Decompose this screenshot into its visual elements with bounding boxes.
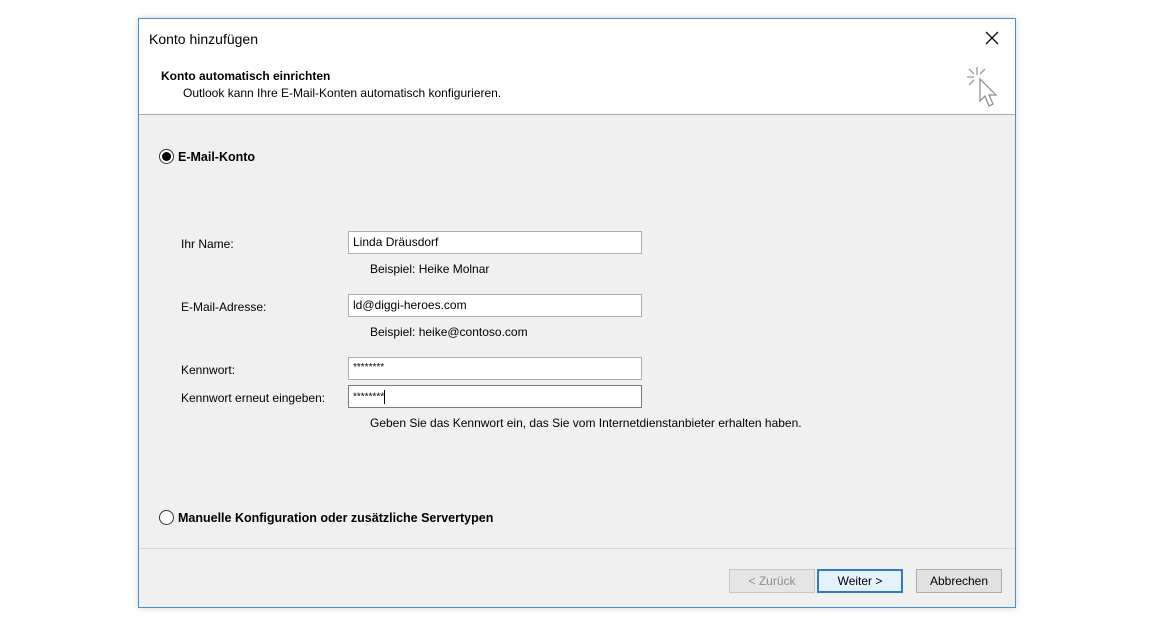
- radio-email-account[interactable]: E-Mail-Konto: [159, 149, 255, 164]
- dialog-header: Konto automatisch einrichten Outlook kan…: [139, 59, 1015, 115]
- name-label: Ihr Name:: [181, 237, 234, 251]
- close-icon: [985, 31, 999, 45]
- cursor-click-icon: [967, 67, 998, 107]
- password-hint: Geben Sie das Kennwort ein, das Sie vom …: [370, 416, 802, 430]
- password-input[interactable]: ********: [348, 357, 642, 380]
- email-label: E-Mail-Adresse:: [181, 300, 267, 314]
- title-bar: Konto hinzufügen: [139, 19, 1015, 59]
- name-hint: Beispiel: Heike Molnar: [370, 262, 490, 276]
- cancel-button[interactable]: Abbrechen: [916, 569, 1002, 593]
- header-title: Konto automatisch einrichten: [161, 69, 331, 83]
- text-caret: [384, 390, 386, 404]
- password-repeat-input[interactable]: ********: [348, 385, 642, 408]
- footer-divider: [139, 548, 1015, 549]
- password-label: Kennwort:: [181, 363, 236, 377]
- back-button[interactable]: < Zurück: [729, 569, 815, 593]
- radio-button-unselected[interactable]: [159, 510, 174, 525]
- next-button[interactable]: Weiter >: [817, 569, 903, 593]
- header-subtitle: Outlook kann Ihre E-Mail-Konten automati…: [183, 86, 502, 100]
- name-input[interactable]: Linda Dräusdorf: [348, 231, 642, 254]
- radio-manual-config[interactable]: Manuelle Konfiguration oder zusätzliche …: [159, 510, 493, 525]
- dialog-title: Konto hinzufügen: [149, 31, 258, 47]
- password-repeat-value: ********: [353, 391, 385, 403]
- radio-email-account-label: E-Mail-Konto: [178, 149, 256, 164]
- radio-manual-config-label: Manuelle Konfiguration oder zusätzliche …: [178, 510, 494, 525]
- email-input[interactable]: ld@diggi-heroes.com: [348, 294, 642, 317]
- radio-button-selected[interactable]: [159, 149, 174, 164]
- password-repeat-label: Kennwort erneut eingeben:: [181, 391, 326, 405]
- close-button[interactable]: [969, 19, 1015, 57]
- add-account-dialog: Konto hinzufügen Konto automatisch einri…: [138, 18, 1016, 608]
- email-hint: Beispiel: heike@contoso.com: [370, 325, 528, 339]
